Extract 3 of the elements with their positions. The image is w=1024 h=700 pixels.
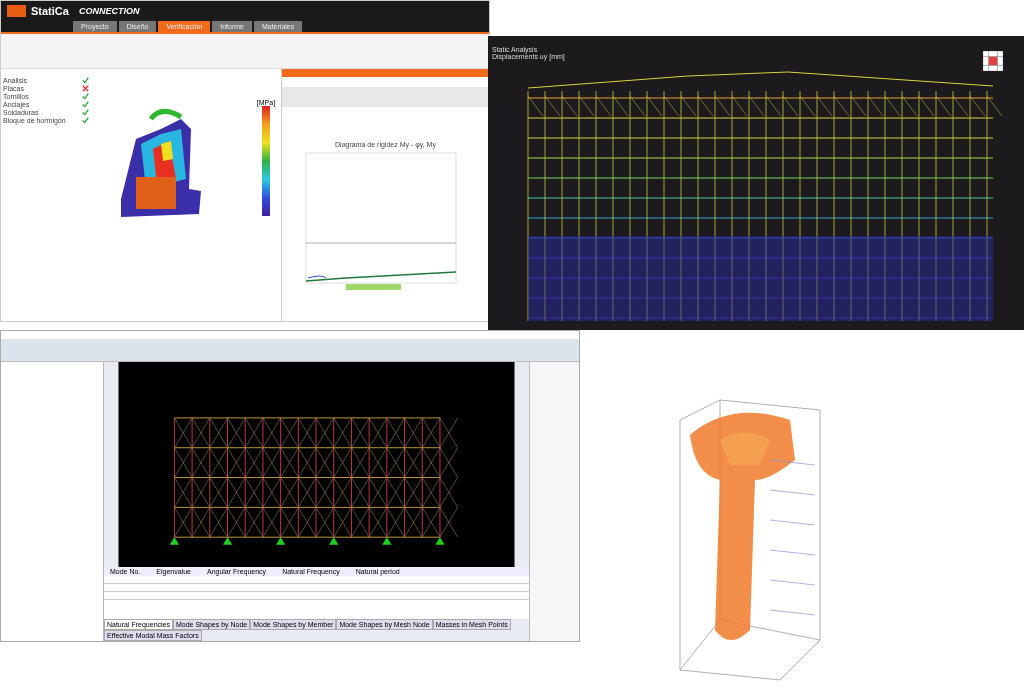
app-logo: StatiCa	[7, 5, 69, 17]
view-cube-icon[interactable]	[982, 50, 1004, 72]
product-name: CONNECTION	[78, 6, 140, 16]
